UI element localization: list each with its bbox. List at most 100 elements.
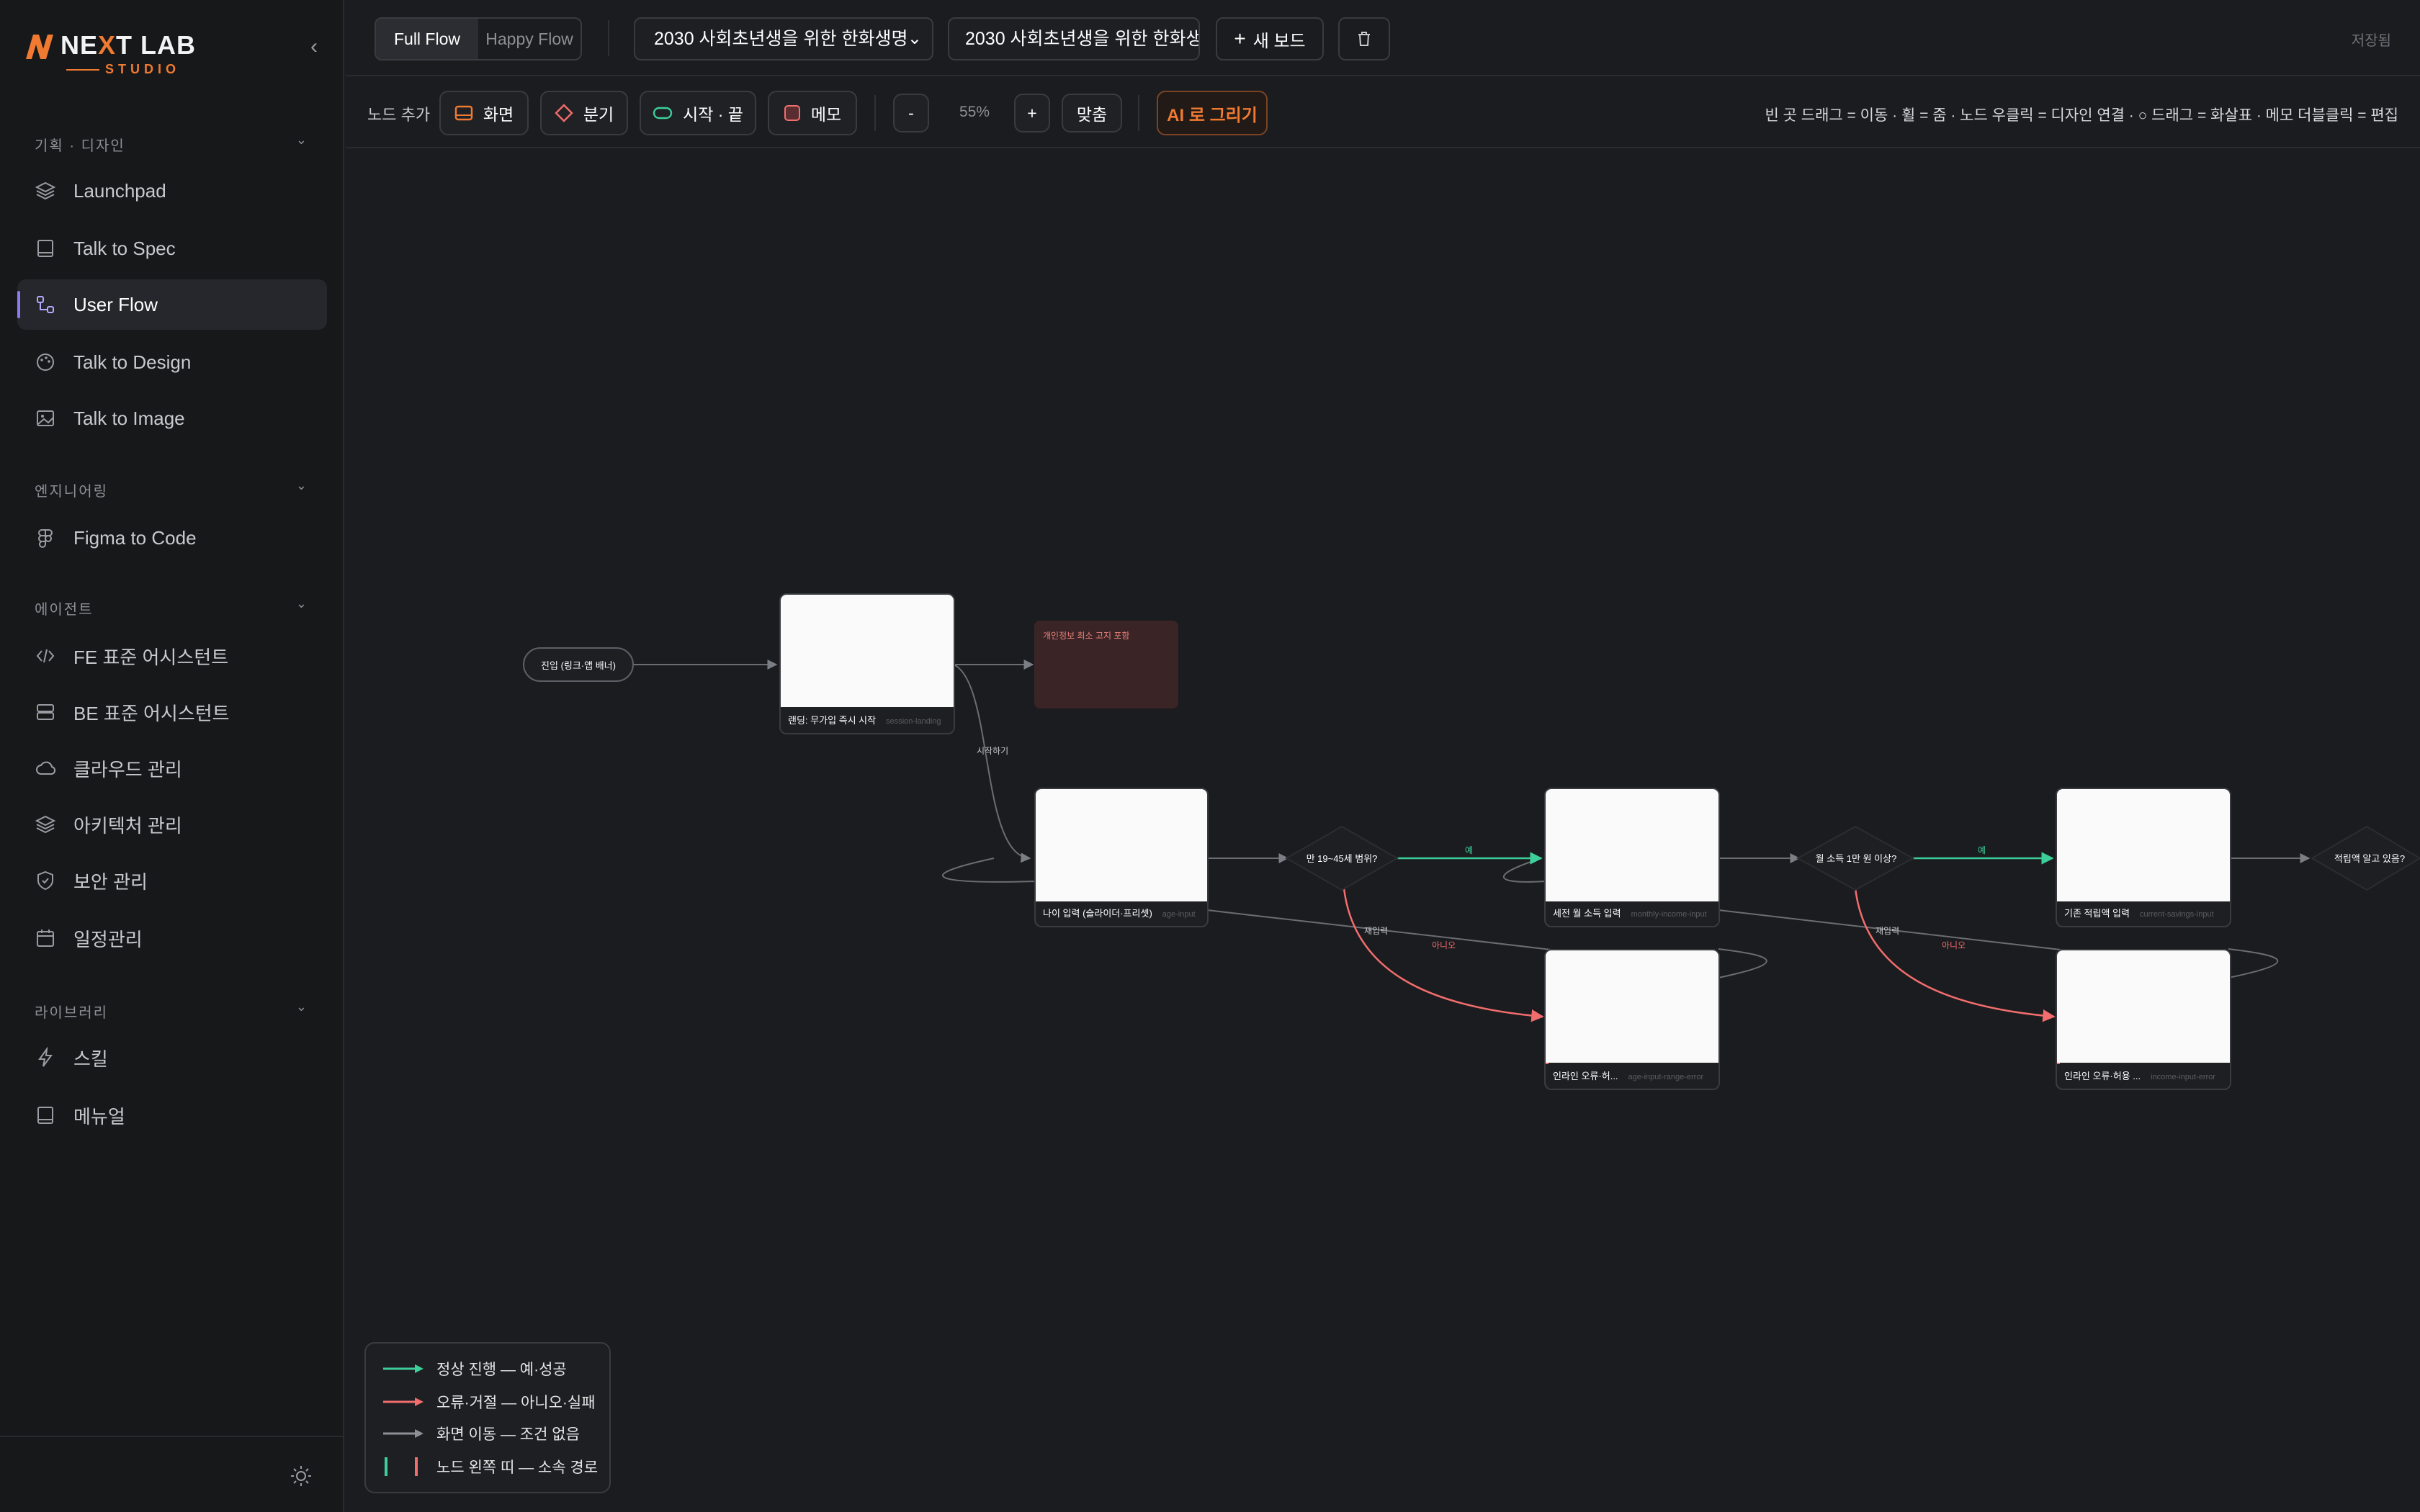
pill-icon [653, 107, 673, 120]
tab-full-flow[interactable]: Full Flow [376, 19, 478, 59]
edge-income-loop [1502, 858, 1546, 883]
screen-node-income-error[interactable]: 인라인 오류·허용 ... income-input-error [2056, 949, 2231, 1090]
add-memo-button[interactable]: 메모 [768, 91, 857, 135]
layers-icon [35, 815, 56, 834]
brand-divider [66, 69, 99, 71]
diamond-icon [555, 104, 573, 122]
edge-label-retry: 재입력 [1876, 926, 1900, 936]
nav-user-flow[interactable]: User Flow [17, 279, 327, 330]
sun-icon[interactable] [287, 1462, 315, 1490]
nav-launchpad[interactable]: Launchpad [17, 166, 327, 216]
screen-caption: 인라인 오류·허용 ... income-input-error [2057, 1064, 2230, 1089]
add-branch-button[interactable]: 분기 [540, 91, 628, 135]
screen-thumbnail [2057, 789, 2230, 901]
board-select[interactable]: 2030 사회초년생을 위한 한화생명 ⌄ [634, 17, 933, 60]
section-agents[interactable]: 에이전트 ⌄ [35, 596, 308, 619]
add-screen-button[interactable]: 화면 [439, 91, 529, 135]
node-title: 인라인 오류·허용 ... [2064, 1071, 2141, 1081]
nav-label: Talk to Image [73, 407, 185, 429]
divider [874, 95, 876, 131]
nav-be-assistant[interactable]: BE 표준 어시스턴트 [17, 687, 327, 737]
section-label: 에이전트 [35, 602, 94, 618]
screen-thumbnail [1546, 950, 1718, 1063]
edge-age-loop [942, 858, 1038, 883]
nav-talk-to-image[interactable]: Talk to Image [17, 393, 327, 444]
nav-label: User Flow [73, 293, 158, 315]
legend-item-neutral: 화면 이동 — 조건 없음 [383, 1423, 580, 1444]
section-library[interactable]: 라이브러리 ⌄ [35, 999, 308, 1022]
decision-income-threshold[interactable]: 월 소득 1만 원 이상? [1812, 851, 1900, 865]
calendar-icon [37, 930, 54, 947]
zoom-out-button[interactable]: - [893, 94, 929, 132]
flow-canvas[interactable]: 진입 (링크·앱 배너) 랜딩: 무가입 즉시 시작 session-landin… [346, 150, 2420, 1512]
lightning-icon [38, 1047, 53, 1067]
edge-label-yes: 예 [1978, 845, 1986, 855]
nav-label: FE 표준 어시스턴트 [73, 646, 229, 668]
edge-label-yes: 예 [1465, 845, 1474, 855]
book-icon [37, 1107, 53, 1124]
chevron-left-icon: ‹ [310, 35, 318, 58]
edge-landing-age [953, 664, 1031, 863]
edge-label-retry: 재입력 [1364, 926, 1389, 936]
screen-node-income[interactable]: 세전 월 소득 입력 monthly-income-input [1544, 788, 1720, 927]
start-node[interactable]: 진입 (링크·앱 배너) [523, 647, 634, 682]
brand-logo[interactable]: NEXT LAB STUDIO [24, 29, 212, 79]
nav-label: Talk to Design [73, 351, 192, 373]
zoom-in-button[interactable]: + [1014, 94, 1050, 132]
screen-caption: 랜딩: 무가입 즉시 시작 session-landing [781, 708, 954, 733]
nav-fe-assistant[interactable]: FE 표준 어시스턴트 [17, 631, 327, 681]
red-arrow-icon [383, 1398, 424, 1406]
section-label: 엔지니어링 [35, 484, 108, 500]
legend-item-band: 노드 왼쪽 띠 — 소속 경로 [383, 1456, 598, 1477]
decision-savings-known[interactable]: 적립액 알고 있음? [2326, 851, 2413, 865]
legend-item-error: 오류·거절 — 아니오·실패 [383, 1391, 596, 1413]
nav-label: 클라우드 관리 [73, 758, 182, 780]
screen-caption: 기존 적립액 입력 current-savings-input [2057, 901, 2230, 926]
screen-node-age-error[interactable]: 인라인 오류·허... age-input-range-error [1544, 949, 1720, 1090]
ai-draw-button[interactable]: AI 로 그리기 [1157, 91, 1268, 135]
decision-age-range[interactable]: 만 19~45세 범위? [1298, 851, 1386, 865]
tab-happy-flow[interactable]: Happy Flow [478, 19, 581, 59]
screen-caption: 세전 월 소득 입력 monthly-income-input [1546, 901, 1718, 926]
nav-security[interactable]: 보안 관리 [17, 855, 327, 906]
screen-node-savings[interactable]: 기존 적립액 입력 current-savings-input [2056, 788, 2231, 927]
nav-skills[interactable]: 스킬 [17, 1032, 327, 1083]
legend-item-success: 정상 진행 — 예·성공 [383, 1358, 567, 1380]
nav-talk-to-design[interactable]: Talk to Design [17, 337, 327, 387]
new-board-button[interactable]: + 새 보드 [1216, 17, 1324, 60]
memo-node[interactable]: 개인정보 최소 고지 포함 [1034, 621, 1178, 708]
fit-view-button[interactable]: 맞춤 [1062, 94, 1122, 132]
nav-manual[interactable]: 메뉴얼 [17, 1090, 327, 1140]
sidebar-footer-divider [0, 1436, 344, 1437]
nav-label: 일정관리 [73, 928, 143, 950]
image-icon [37, 410, 54, 426]
nav-talk-to-spec[interactable]: Talk to Spec [17, 223, 327, 274]
add-node-label: 노드 추가 [367, 106, 431, 124]
nav-architecture[interactable]: 아키텍처 관리 [17, 799, 327, 850]
server-icon [37, 704, 54, 720]
board-title-input[interactable]: 2030 사회초년생을 위한 한화생' [948, 17, 1200, 60]
edge-error1-loop [1718, 948, 1767, 978]
section-engineering[interactable]: 엔지니어링 ⌄ [35, 478, 308, 501]
collapse-sidebar-button[interactable]: ‹ [302, 36, 326, 59]
chevron-down-icon: ⌄ [907, 29, 922, 48]
add-start-end-label: 시작 · 끝 [683, 105, 743, 124]
screen-caption: 나이 입력 (슬라이더·프리셋) age-input [1036, 901, 1207, 926]
nav-label: Figma to Code [73, 526, 197, 549]
green-arrow-icon [383, 1364, 424, 1373]
screen-node-age[interactable]: 나이 입력 (슬라이더·프리셋) age-input [1034, 788, 1209, 927]
add-start-end-button[interactable]: 시작 · 끝 [640, 91, 756, 135]
delete-board-button[interactable] [1338, 17, 1390, 60]
node-id: current-savings-input [2139, 910, 2214, 919]
nav-figma-to-code[interactable]: Figma to Code [17, 513, 327, 563]
section-planning-design[interactable]: 기획 · 디자인 ⌄ [35, 132, 308, 156]
screen-node-landing[interactable]: 랜딩: 무가입 즉시 시작 session-landing [779, 593, 955, 734]
save-status: 저장됨 [2351, 33, 2391, 49]
edge-label-no: 아니오 [1942, 940, 1966, 950]
top-bar: Full Flow Happy Flow 2030 사회초년생을 위한 한화생명… [346, 0, 2420, 76]
sidebar: NEXT LAB STUDIO ‹ 기획 · 디자인 ⌄ Launchpad Ta… [0, 0, 344, 1512]
edge-no-income [1854, 888, 2056, 1022]
nav-cloud[interactable]: 클라우드 관리 [17, 743, 327, 793]
nav-schedule[interactable]: 일정관리 [17, 913, 327, 963]
divider [608, 20, 609, 56]
